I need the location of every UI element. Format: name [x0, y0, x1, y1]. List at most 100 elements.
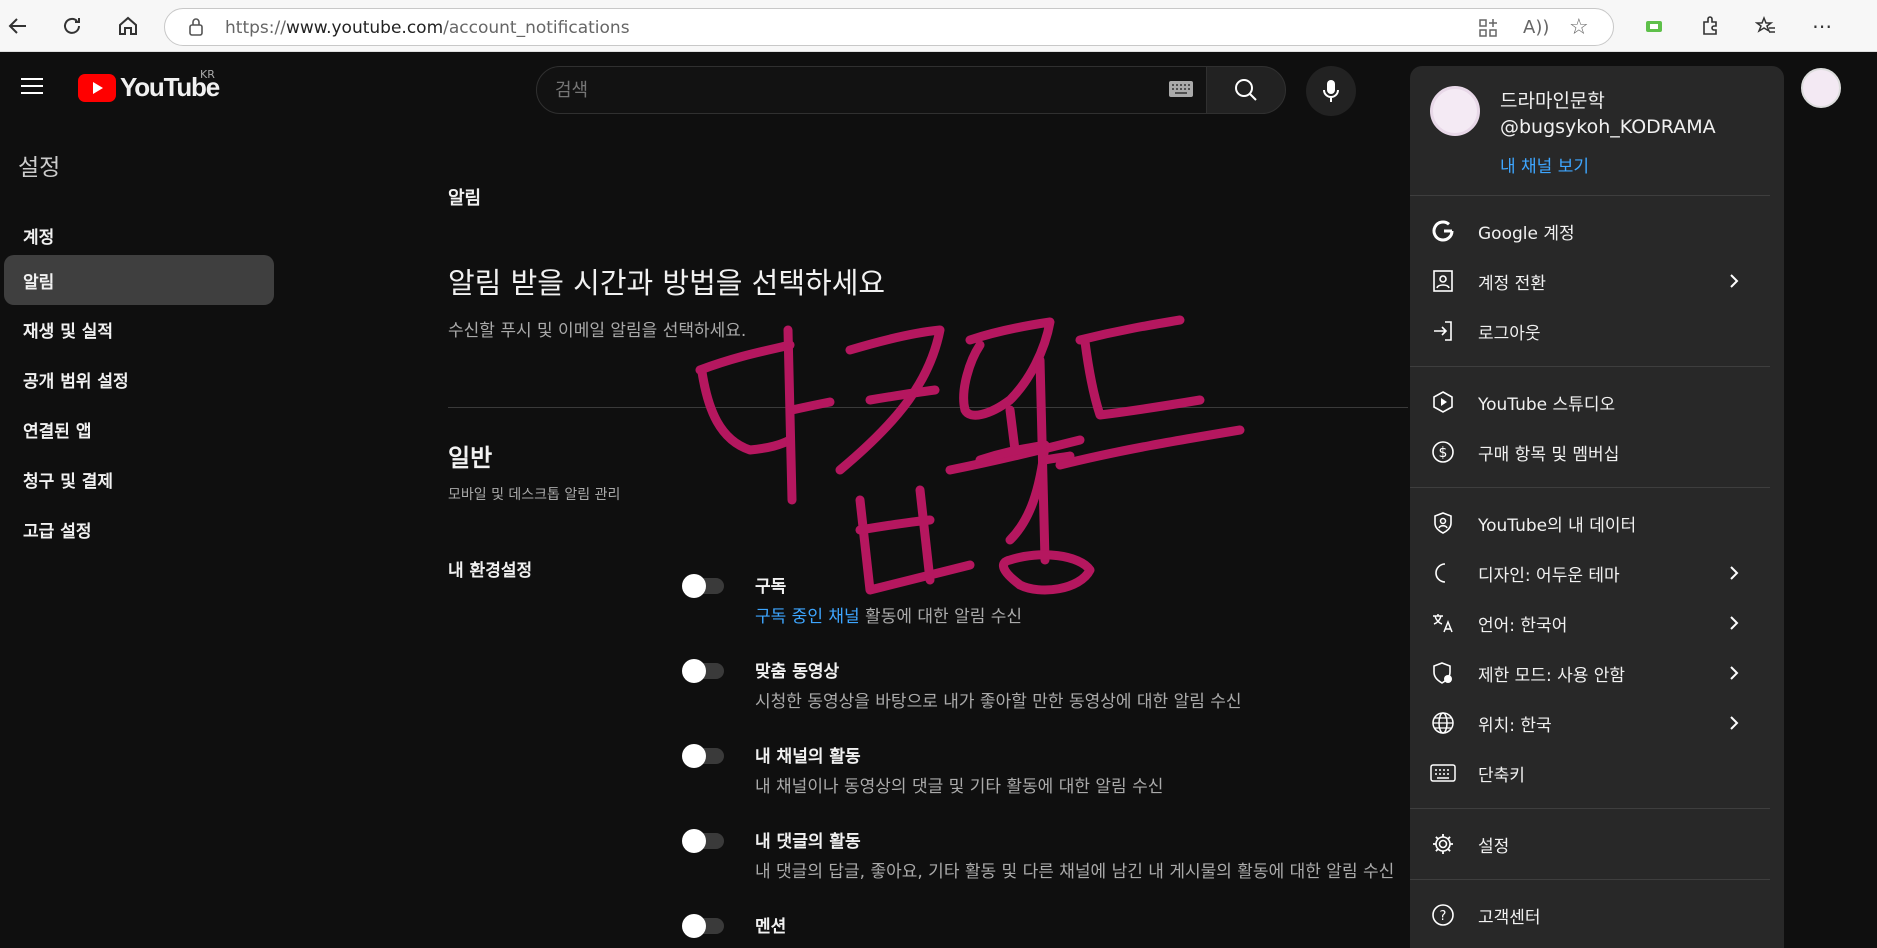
search-box[interactable]: [536, 66, 1207, 114]
menu-avatar: [1430, 86, 1480, 136]
subscribed-channels-link[interactable]: 구독 중인 채널: [755, 607, 860, 627]
view-channel-link[interactable]: 내 채널 보기: [1500, 152, 1589, 177]
pref-title: 맞춤 동영상: [755, 662, 840, 682]
menu-item-label: 단축키: [1478, 765, 1525, 786]
menu-divider: [1410, 366, 1770, 367]
menu-item-purchases[interactable]: $ 구매 항목 및 멤버십: [1410, 430, 1784, 474]
sidebar-item-connected-apps[interactable]: 연결된 앱: [4, 404, 274, 454]
svg-text:$: $: [1439, 445, 1448, 461]
sign-out-icon: [1430, 318, 1456, 344]
sidebar-item-notifications[interactable]: 알림: [4, 255, 274, 305]
more-icon[interactable]: ⋯: [1808, 12, 1836, 40]
address-bar[interactable]: https://www.youtube.com/account_notifica…: [164, 8, 1614, 46]
menu-item-switch-account[interactable]: 계정 전환: [1410, 259, 1784, 303]
sidebar-item-playback[interactable]: 재생 및 실적: [4, 304, 274, 354]
menu-item-studio[interactable]: YouTube 스튜디오: [1410, 380, 1784, 424]
channel-activity-toggle[interactable]: [682, 744, 726, 768]
chevron-right-icon: [1724, 663, 1744, 683]
studio-icon: [1430, 389, 1456, 415]
menu-item-label: Google 계정: [1478, 223, 1575, 244]
search-icon: [1235, 79, 1257, 101]
menu-item-settings[interactable]: 설정: [1410, 822, 1784, 866]
page-subtitle: 수신할 푸시 및 이메일 알림을 선택하세요.: [448, 321, 747, 341]
favorites-icon[interactable]: [1752, 12, 1780, 40]
menu-item-google-account[interactable]: Google 계정: [1410, 209, 1784, 253]
chevron-right-icon: [1724, 271, 1744, 291]
sidebar-item-privacy[interactable]: 공개 범위 설정: [4, 354, 274, 404]
menu-item-restricted-mode[interactable]: 제한 모드: 사용 안함: [1410, 651, 1784, 695]
restricted-icon: [1430, 660, 1456, 686]
voice-search-button[interactable]: [1306, 66, 1356, 116]
lock-icon[interactable]: [187, 17, 205, 41]
menu-item-your-data[interactable]: YouTube의 내 데이터: [1410, 501, 1784, 545]
general-desc: 모바일 및 데스크톱 알림 관리: [448, 487, 621, 503]
preferences-label: 내 환경설정: [448, 561, 533, 581]
subscriptions-toggle[interactable]: [682, 574, 726, 598]
divider: [448, 407, 1408, 408]
gear-icon: [1430, 831, 1456, 857]
menu-item-label: 제한 모드: 사용 안함: [1478, 665, 1626, 686]
menu-item-label: 구매 항목 및 멤버십: [1478, 444, 1620, 465]
youtube-play-icon: [78, 73, 116, 102]
app-grid-icon[interactable]: [1477, 17, 1499, 43]
globe-icon: [1430, 710, 1456, 736]
pref-desc: 내 댓글의 답글, 좋아요, 기타 활동 및 다른 채널에 남긴 내 게시물의 …: [755, 862, 1395, 882]
channel-name: 드라마인문학: [1500, 90, 1605, 112]
read-aloud-icon[interactable]: A)): [1523, 17, 1549, 38]
channel-handle: @bugsykoh_KODRAMA: [1500, 116, 1716, 138]
pref-desc: 시청한 동영상을 바탕으로 내가 좋아할 만한 동영상에 대한 알림 수신: [755, 692, 1242, 712]
svg-text:?: ?: [1440, 909, 1447, 924]
youtube-logo[interactable]: YouTube: [78, 72, 220, 103]
chevron-right-icon: [1724, 613, 1744, 633]
pref-title: 구독: [755, 577, 787, 597]
search-button[interactable]: [1206, 66, 1286, 114]
menu-item-shortcuts[interactable]: 단축키: [1410, 751, 1784, 795]
menu-item-language[interactable]: 언어: 한국어: [1410, 601, 1784, 645]
avatar[interactable]: [1801, 68, 1841, 108]
sidebar-item-advanced[interactable]: 고급 설정: [4, 504, 274, 554]
extensions-icon[interactable]: [1696, 12, 1724, 40]
account-menu: 드라마인문학 @bugsykoh_KODRAMA 내 채널 보기 Google …: [1410, 66, 1784, 948]
menu-item-label: YouTube 스튜디오: [1478, 394, 1616, 415]
keyboard-icon: [1430, 760, 1456, 786]
search-input[interactable]: [555, 77, 1095, 103]
hamburger-menu-icon[interactable]: [18, 74, 46, 102]
comment-activity-toggle[interactable]: [682, 829, 726, 853]
moon-icon: [1430, 560, 1456, 586]
shield-person-icon: [1430, 510, 1456, 536]
menu-item-help[interactable]: ? 고객센터: [1410, 893, 1784, 937]
home-icon[interactable]: [114, 12, 142, 40]
menu-item-label: 설정: [1478, 836, 1510, 857]
menu-item-label: 로그아웃: [1478, 323, 1541, 344]
help-icon: ?: [1430, 902, 1456, 928]
recommended-videos-toggle[interactable]: [682, 659, 726, 683]
menu-item-label: 위치: 한국: [1478, 715, 1552, 736]
menu-item-label: 언어: 한국어: [1478, 615, 1568, 636]
pref-title: 내 채널의 활동: [755, 747, 861, 767]
menu-divider: [1410, 195, 1770, 196]
page-title: 알림 받을 시간과 방법을 선택하세요: [448, 266, 886, 300]
favorite-star-icon[interactable]: ☆: [1569, 15, 1589, 40]
chevron-right-icon: [1724, 713, 1744, 733]
menu-item-location[interactable]: 위치: 한국: [1410, 701, 1784, 745]
sidebar-item-account[interactable]: 계정: [4, 210, 274, 260]
menu-item-label: 고객센터: [1478, 907, 1541, 928]
menu-divider: [1410, 808, 1770, 809]
menu-item-sign-out[interactable]: 로그아웃: [1410, 309, 1784, 353]
extension-badge-icon[interactable]: [1640, 12, 1668, 40]
back-icon[interactable]: [4, 12, 32, 40]
url-text[interactable]: https://www.youtube.com/account_notifica…: [225, 18, 630, 38]
switch-account-icon: [1430, 268, 1456, 294]
menu-divider: [1410, 487, 1770, 488]
pref-title: 내 댓글의 활동: [755, 832, 861, 852]
sidebar-item-billing[interactable]: 청구 및 결제: [4, 454, 274, 504]
refresh-icon[interactable]: [58, 12, 86, 40]
keyboard-icon[interactable]: [1169, 81, 1193, 101]
menu-item-label: 계정 전환: [1478, 273, 1546, 294]
mentions-toggle[interactable]: [682, 914, 726, 938]
microphone-icon: [1323, 80, 1339, 102]
menu-item-label: 디자인: 어두운 테마: [1478, 565, 1620, 586]
menu-divider: [1410, 879, 1770, 880]
browser-toolbar: https://www.youtube.com/account_notifica…: [0, 0, 1877, 52]
menu-item-appearance[interactable]: 디자인: 어두운 테마: [1410, 551, 1784, 595]
